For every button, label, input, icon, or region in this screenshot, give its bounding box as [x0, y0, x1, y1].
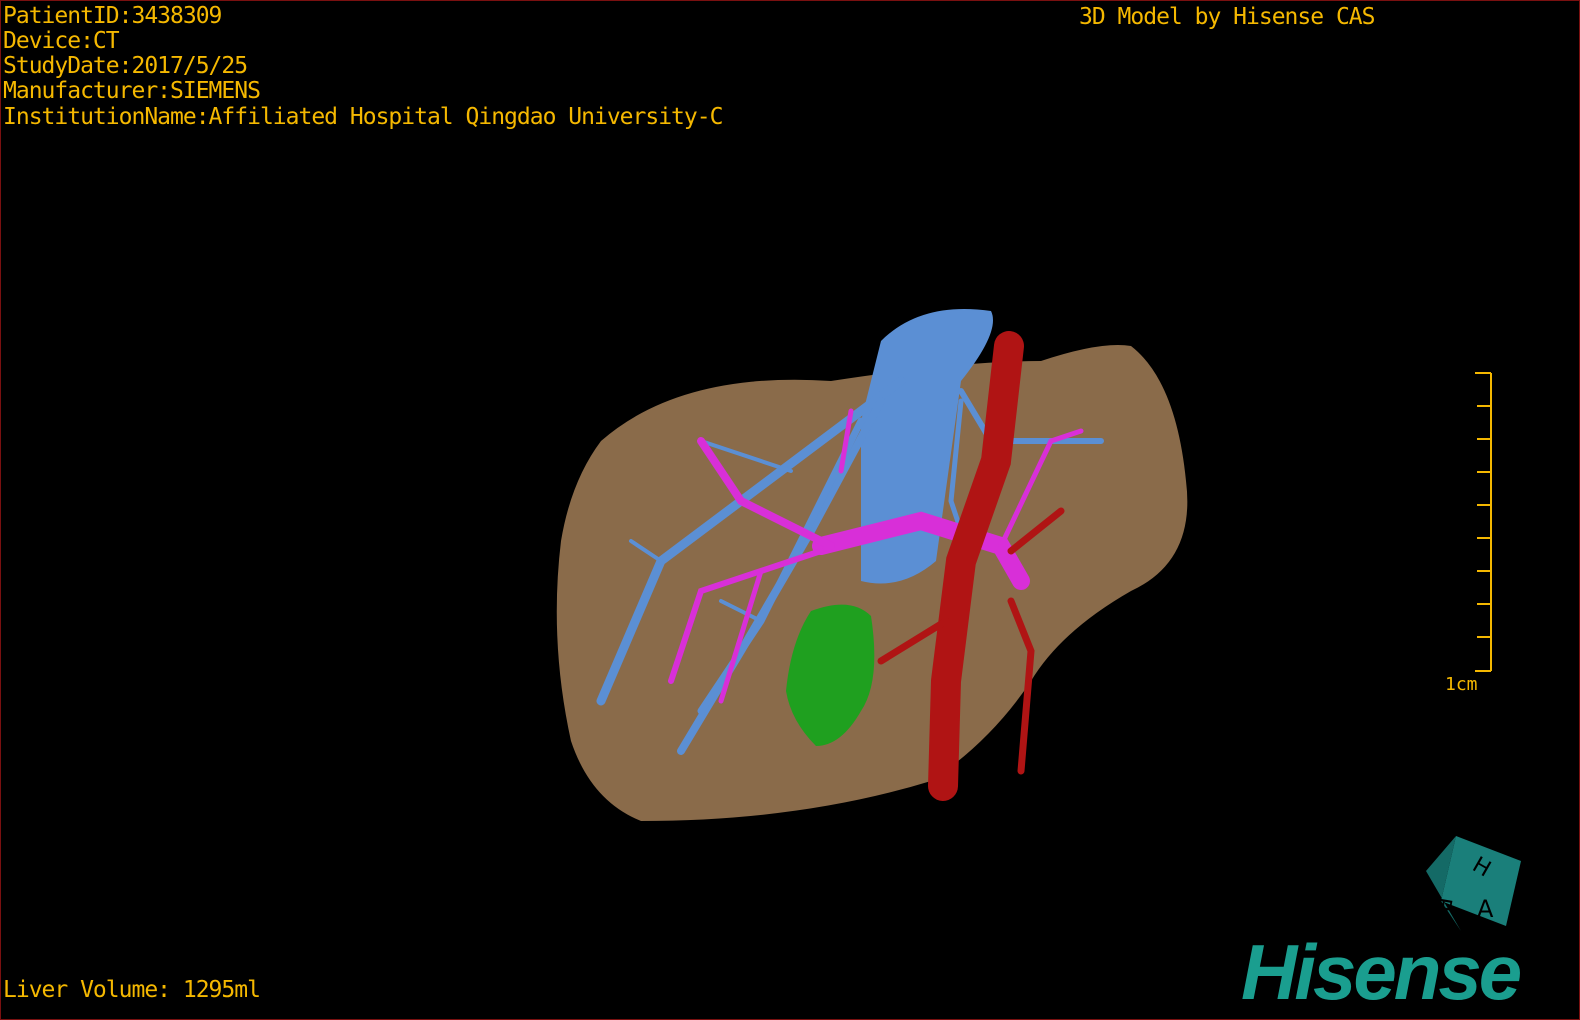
model-title: 3D Model by Hisense CAS [1079, 4, 1375, 30]
3d-viewport[interactable]: H R A PatientID:3438309 Device:CT StudyD… [0, 0, 1580, 1020]
cube-face-r: R [1428, 895, 1455, 914]
patient-id: PatientID:3438309 [3, 3, 222, 29]
orientation-cube[interactable]: H R A [1426, 836, 1521, 931]
liver-3d-model[interactable]: H R A [1, 1, 1579, 1019]
device: Device:CT [3, 28, 120, 54]
scale-bar-label: 1cm [1445, 674, 1478, 695]
study-date: StudyDate:2017/5/25 [3, 53, 248, 79]
cube-face-a: A [1477, 895, 1494, 923]
institution-name: InstitutionName:Affiliated Hospital Qing… [3, 104, 723, 130]
hisense-logo: Hisense [1241, 928, 1522, 1016]
scale-bar [1475, 372, 1492, 672]
manufacturer: Manufacturer:SIEMENS [3, 78, 261, 104]
liver-volume: Liver Volume: 1295ml [3, 977, 261, 1003]
